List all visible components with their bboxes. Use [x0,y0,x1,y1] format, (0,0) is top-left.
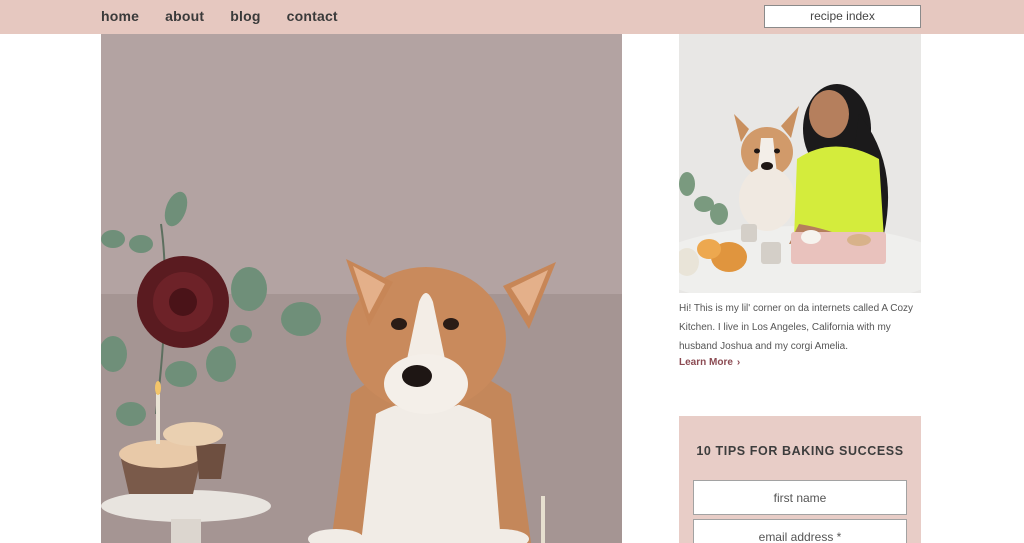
top-navigation-bar: home about blog contact recipe index [0,0,1024,34]
learn-more-link[interactable]: Learn More › [679,357,740,368]
nav-blog-link[interactable]: blog [230,8,260,24]
woman-with-corgi-illustration [679,34,921,293]
author-bio: Hi! This is my lil' corner on da interne… [679,303,914,352]
hero-image [101,34,622,543]
recipe-index-button[interactable]: recipe index [764,5,921,28]
profile-image [679,34,921,293]
nav-contact-link[interactable]: contact [287,8,338,24]
chevron-right-icon: › [736,357,741,368]
optin-title: 10 TIPS FOR BAKING SUCCESS [696,444,904,458]
first-name-field[interactable] [693,480,907,515]
learn-more-label: Learn More [679,357,733,368]
main-nav: home about blog contact [101,8,364,24]
corgi-photo-illustration [101,34,622,543]
nav-home-link[interactable]: home [101,8,139,24]
newsletter-optin-box: 10 TIPS FOR BAKING SUCCESS [679,416,921,543]
email-field[interactable] [693,519,907,543]
nav-about-link[interactable]: about [165,8,204,24]
